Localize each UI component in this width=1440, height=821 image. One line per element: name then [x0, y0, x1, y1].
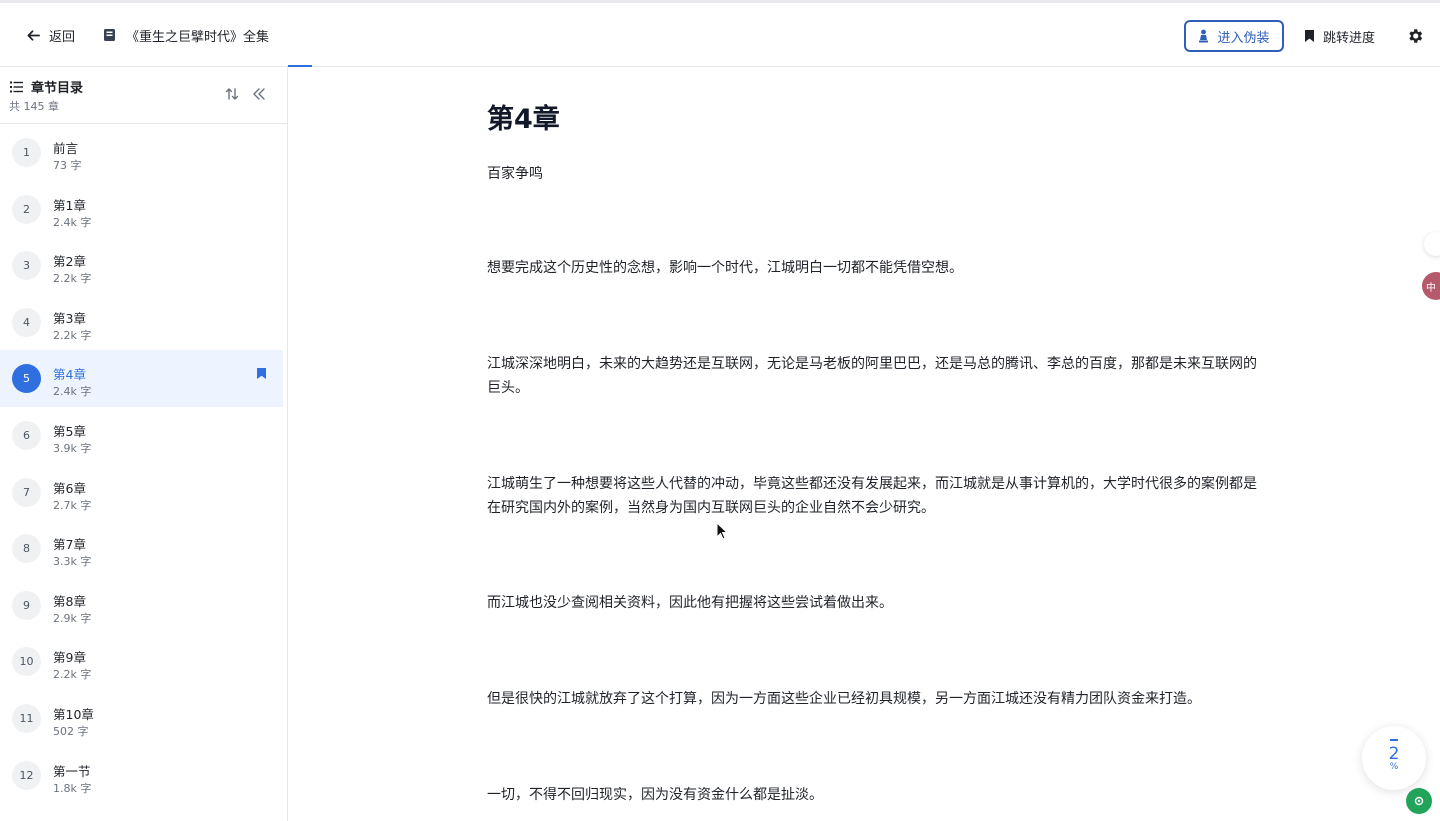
jump-label: 跳转进度 [1323, 30, 1376, 46]
paragraph: 想要完成这个历史性的念想，影响一个时代，江城明白一切都不能凭借空想。 [487, 260, 963, 276]
sidebar-header: 章节目录 共 145 章 [0, 67, 287, 124]
chapter-number: 3 [12, 251, 41, 281]
bookmark-icon [257, 368, 266, 380]
chapter-word-count: 2.7k 字 [53, 498, 92, 512]
chapter-item[interactable]: 12 第一节 1.8k 字 [0, 747, 283, 804]
progress-mark [1390, 739, 1398, 741]
chapter-item[interactable]: 9 第8章 2.9k 字 [0, 577, 283, 634]
chapter-number: 4 [12, 307, 41, 337]
chapter-name: 第6章 [53, 480, 86, 496]
top-bar: 返回 《重生之巨擘时代》全集 进入伪装 跳转进度 [0, 0, 1440, 67]
chapter-item[interactable]: 4 第3章 2.2k 字 [0, 294, 283, 351]
locate-button[interactable] [1406, 788, 1432, 814]
disguise-label: 进入伪装 [1217, 30, 1270, 46]
back-button[interactable]: 返回 [26, 23, 75, 47]
chapter-word-count: 2.2k 字 [53, 272, 92, 286]
chapter-item[interactable]: 7 第6章 2.7k 字 [0, 464, 283, 521]
chapter-word-count: 502 字 [53, 724, 89, 738]
chess-pawn-icon [1199, 29, 1209, 43]
chapter-item[interactable]: 3 第2章 2.2k 字 [0, 237, 283, 294]
chapter-word-count: 1.8k 字 [53, 781, 92, 795]
chapter-list: 1 前言 73 字 2 第1章 2.4k 字 3 第2章 2.2k 字 4 第3章 2.2k 字 5 第4… [0, 124, 287, 803]
chapter-word-count: 73 字 [53, 159, 82, 172]
chapter-count: 共 145 章 [9, 100, 59, 113]
chapter-name: 第9章 [53, 650, 86, 666]
paragraph: 但是很快的江城就放弃了这个打算，因为一方面这些企业已经初具规模，另一方面江城还没… [487, 691, 1201, 707]
chapter-name: 第3章 [53, 310, 86, 326]
chapter-item[interactable]: 5 第4章 2.4k 字 [0, 350, 283, 407]
chapter-name: 第一节 [53, 763, 91, 779]
chapter-name: 第5章 [53, 423, 86, 439]
target-icon [1414, 796, 1424, 806]
book-title: 《重生之巨擘时代》全集 [103, 23, 269, 47]
progress-indicator[interactable]: 2 % [1362, 726, 1426, 790]
chapter-number: 11 [12, 703, 41, 733]
chapter-number: 6 [12, 420, 41, 450]
gear-icon[interactable] [1406, 27, 1424, 45]
jump-progress-button[interactable]: 跳转进度 [1304, 23, 1375, 49]
paragraph: 江城萌生了一种想要将这些人代替的冲动，毕竟这些都还没有发展起来，而江城就是从事计… [487, 476, 1257, 516]
chapter-word-count: 2.2k 字 [53, 668, 92, 682]
paragraph: 一切，不得不回归现实，因为没有资金什么都是扯淡。 [487, 787, 823, 803]
chapter-word-count: 3.3k 字 [53, 555, 92, 569]
bookmark-icon [1305, 30, 1314, 42]
chapter-word-count: 2.4k 字 [53, 215, 92, 229]
reader-content: 第4章 百家争鸣 想要完成这个历史性的念想，影响一个时代，江城明白一切都不能凭借… [288, 67, 1440, 821]
chapter-name: 前言 [53, 141, 79, 156]
chapter-number: 2 [12, 194, 41, 224]
chapter-item[interactable]: 8 第7章 3.3k 字 [0, 520, 283, 577]
paragraph: 而江城也没少查阅相关资料，因此他有把握将这些尝试着做出来。 [487, 595, 893, 611]
chapter-name: 第10章 [53, 706, 94, 722]
sort-icon[interactable] [224, 86, 240, 102]
chapter-name: 第7章 [53, 537, 86, 553]
chapter-item[interactable]: 10 第9章 2.2k 字 [0, 633, 283, 690]
chapter-number: 10 [12, 647, 41, 677]
chapter-item[interactable]: 1 前言 73 字 [0, 124, 283, 181]
book-icon [104, 29, 115, 41]
chapter-name: 第8章 [53, 593, 86, 609]
chapter-item[interactable]: 6 第5章 3.9k 字 [0, 407, 283, 464]
list-icon [10, 81, 23, 92]
paragraph: 江城深深地明白，未来的大趋势还是互联网，无论是马老板的阿里巴巴，还是马总的腾讯、… [487, 356, 1257, 396]
chapter-name: 第1章 [53, 197, 86, 213]
book-title-text: 《重生之巨擘时代》全集 [126, 29, 270, 45]
chapter-number: 12 [12, 760, 41, 790]
arrow-left-icon [27, 29, 40, 41]
back-label: 返回 [49, 29, 76, 45]
chapter-word-count: 3.9k 字 [53, 441, 92, 455]
progress-value: 2 [1388, 744, 1400, 764]
chapter-number: 7 [12, 477, 41, 507]
chapter-name: 第4章 [53, 367, 86, 383]
chapter-word-count: 2.4k 字 [53, 385, 92, 399]
progress-unit: % [1389, 762, 1399, 772]
chapter-item[interactable]: 2 第1章 2.4k 字 [0, 181, 283, 238]
chapter-number: 9 [12, 590, 41, 620]
sidebar-title-text: 章节目录 [31, 81, 84, 96]
collapse-sidebar-icon[interactable] [251, 86, 267, 102]
chapter-title: 第4章 [487, 104, 560, 135]
chapter-number: 8 [12, 534, 41, 564]
chapter-word-count: 2.9k 字 [53, 611, 92, 625]
chapter-word-count: 2.2k 字 [53, 328, 92, 342]
mouse-cursor-icon [716, 522, 728, 540]
chapter-number: 1 [12, 138, 41, 167]
sidebar-title: 章节目录 [10, 77, 83, 96]
disguise-button[interactable]: 进入伪装 [1184, 20, 1284, 52]
chapter-name: 第2章 [53, 254, 86, 270]
chapter-item[interactable]: 11 第10章 502 字 [0, 690, 283, 747]
paragraph: 百家争鸣 [487, 166, 543, 182]
chapter-number: 5 [12, 364, 41, 394]
chapter-sidebar: 章节目录 共 145 章 1 前言 73 字 2 第1章 2.4k 字 3 第2章 2.2k 字… [0, 67, 288, 821]
